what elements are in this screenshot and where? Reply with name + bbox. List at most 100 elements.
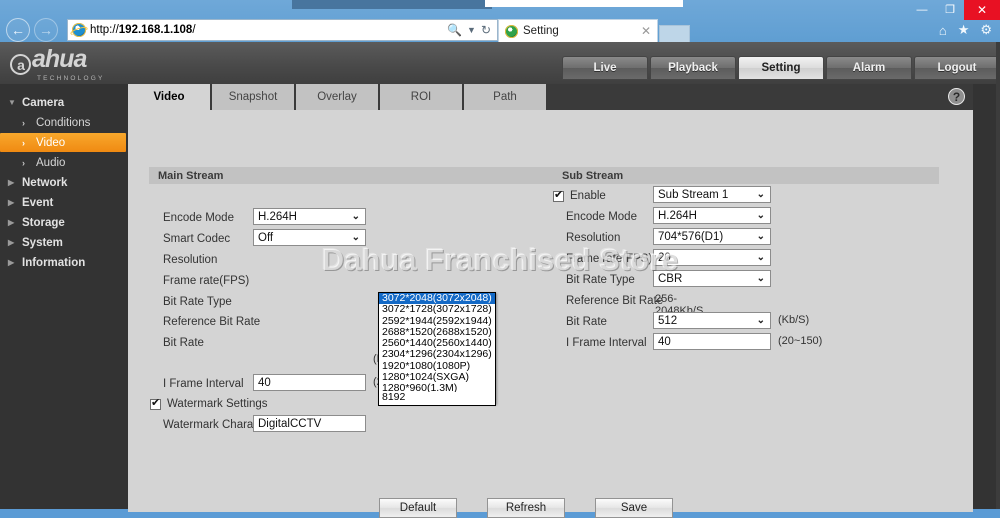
input-value: 40 [658, 335, 671, 348]
dahua-brand-text: ahua [32, 45, 87, 73]
chevron-right-icon: › [22, 137, 25, 148]
topnav-live[interactable]: Live [562, 56, 648, 80]
bit-rate-type-select-sub[interactable]: CBR ⌄ [653, 270, 771, 287]
dahua-a-icon: a [10, 54, 31, 75]
selected-value: 704*576(D1) [658, 230, 724, 243]
topnav-setting[interactable]: Setting [738, 56, 824, 80]
field-label: Bit Rate Type [566, 274, 635, 286]
sub-stream-select[interactable]: Sub Stream 1 ⌄ [653, 186, 771, 203]
maximize-button[interactable]: ❐ [936, 0, 964, 20]
sidebar-item-event[interactable]: ▶ Event [0, 193, 128, 212]
sidebar-item-storage[interactable]: ▶ Storage [0, 213, 128, 232]
default-button[interactable]: Default [379, 498, 457, 518]
field-label: Bit Rate Type [163, 296, 232, 308]
gear-icon[interactable]: ⚙ [980, 22, 992, 38]
url-text: http://192.168.1.108/ [90, 24, 196, 36]
sidebar-item-camera[interactable]: ▼ Camera [0, 93, 128, 112]
main-stream-panel-title: Main Stream [149, 167, 553, 184]
enable-sub-stream-row[interactable]: Enable [553, 187, 606, 205]
search-magnifier-icon[interactable]: 🔍 [447, 23, 462, 37]
topnav-playback[interactable]: Playback [650, 56, 736, 80]
selected-value: Off [258, 231, 274, 244]
field-label: Frame rate(FPS) [566, 253, 653, 265]
chevron-down-icon: ⌄ [756, 315, 765, 326]
minimize-button[interactable]: — [908, 0, 936, 20]
sidebar-item-label: Camera [22, 96, 65, 109]
sidebar-item-label: Conditions [36, 116, 91, 129]
watermark-character-input[interactable]: DigitalCCTV [253, 415, 366, 432]
field-frame-rate-sub: Frame rate(FPS) [566, 250, 652, 268]
tab-snapshot[interactable]: Snapshot [212, 84, 296, 110]
encode-mode-select-sub[interactable]: H.264H ⌄ [653, 207, 771, 224]
resolution-select-sub[interactable]: 704*576(D1) ⌄ [653, 228, 771, 245]
refresh-icon[interactable]: ↻ [481, 23, 491, 37]
field-label: Frame rate(FPS) [163, 275, 250, 287]
field-encode-mode-main: Encode Mode [163, 209, 263, 227]
selected-value: 20 [658, 251, 671, 264]
sidebar-item-label: Audio [36, 156, 66, 169]
resolution-dropdown-overflow: 8192 [378, 392, 496, 406]
forward-arrow-icon[interactable]: → [34, 18, 58, 42]
sidebar-item-label: Video [36, 136, 66, 149]
address-bar[interactable]: http://192.168.1.108/ 🔍 ▼ ↻ [67, 19, 498, 41]
smart-codec-select[interactable]: Off ⌄ [253, 229, 366, 246]
sidebar-item-conditions[interactable]: › Conditions [0, 113, 128, 132]
field-i-frame-interval-main: I Frame Interval [163, 375, 263, 393]
background-window-edge [292, 0, 492, 9]
chevron-down-icon[interactable]: ▼ [467, 25, 476, 35]
i-frame-interval-hint-sub: (20~150) [778, 335, 823, 347]
sidebar: ▼ Camera › Conditions › Video › Audio ▶ … [0, 84, 128, 509]
topnav-alarm[interactable]: Alarm [826, 56, 912, 80]
address-bar-actions: 🔍 ▼ ↻ [447, 23, 493, 37]
dahua-logo: a ahua TECHNOLOGY [10, 46, 105, 82]
app-header: a ahua TECHNOLOGY Live Playback Setting A… [0, 42, 1000, 84]
field-bit-rate-type-main: Bit Rate Type [163, 293, 263, 311]
watermark-settings-row[interactable]: Watermark Settings [150, 395, 268, 413]
bit-rate-select-sub[interactable]: 512 ⌄ [653, 312, 771, 329]
window-controls: — ❐ ✕ [908, 0, 1000, 20]
field-bit-rate-sub: Bit Rate [566, 313, 607, 331]
i-frame-interval-input-main[interactable]: 40 [253, 374, 366, 391]
tab-video[interactable]: Video [128, 84, 212, 110]
field-label: Encode Mode [163, 212, 234, 224]
encode-mode-select-main[interactable]: H.264H ⌄ [253, 208, 366, 225]
content-panel: Video Snapshot Overlay ROI Path ? Main S… [128, 84, 973, 518]
tab-path[interactable]: Path [464, 84, 548, 110]
page-favicon-icon [505, 24, 518, 38]
browser-tab-setting[interactable]: Setting ✕ [498, 19, 658, 42]
sidebar-item-network[interactable]: ▶ Network [0, 173, 128, 192]
sidebar-item-information[interactable]: ▶ Information [0, 253, 128, 272]
field-reference-bit-rate-sub: Reference Bit Rate [566, 292, 663, 310]
chevron-right-icon: ▶ [8, 238, 15, 247]
new-tab-button[interactable] [659, 25, 690, 42]
tab-roi[interactable]: ROI [380, 84, 464, 110]
frame-rate-select-sub[interactable]: 20 ⌄ [653, 249, 771, 266]
save-button[interactable]: Save [595, 498, 673, 518]
field-label: Enable [570, 190, 606, 202]
watermark-settings-checkbox[interactable] [150, 397, 161, 410]
help-icon[interactable]: ? [948, 88, 965, 105]
close-window-button[interactable]: ✕ [964, 0, 1000, 20]
selected-value: H.264H [258, 210, 297, 223]
resolution-dropdown-list-main[interactable]: 3072*2048(3072x2048) 3072*1728(3072x1728… [378, 292, 496, 404]
tab-overlay[interactable]: Overlay [296, 84, 380, 110]
sub-stream-enable-checkbox[interactable] [553, 189, 564, 202]
chevron-right-icon: › [22, 157, 25, 168]
sidebar-item-audio[interactable]: › Audio [0, 153, 128, 172]
refresh-button[interactable]: Refresh [487, 498, 565, 518]
close-icon[interactable]: ✕ [641, 24, 651, 38]
browser-chrome: — ❐ ✕ ← → http://192.168.1.108/ 🔍 ▼ ↻ Se… [0, 0, 1000, 42]
home-icon[interactable]: ⌂ [939, 23, 947, 38]
field-resolution-sub: Resolution [566, 229, 620, 247]
topnav-logout[interactable]: Logout [914, 56, 1000, 80]
dropdown-option[interactable]: 3072*1728(3072x1728) [379, 303, 495, 315]
field-resolution-main: Resolution [163, 251, 263, 269]
page-scrollbar[interactable] [996, 42, 1000, 509]
sidebar-item-system[interactable]: ▶ System [0, 233, 128, 252]
sidebar-item-video[interactable]: › Video [0, 133, 126, 152]
star-icon[interactable]: ★ [958, 22, 970, 38]
i-frame-interval-input-sub[interactable]: 40 [653, 333, 771, 350]
input-value: DigitalCCTV [258, 417, 322, 430]
chevron-right-icon: ▶ [8, 218, 15, 227]
back-arrow-icon[interactable]: ← [6, 18, 30, 42]
